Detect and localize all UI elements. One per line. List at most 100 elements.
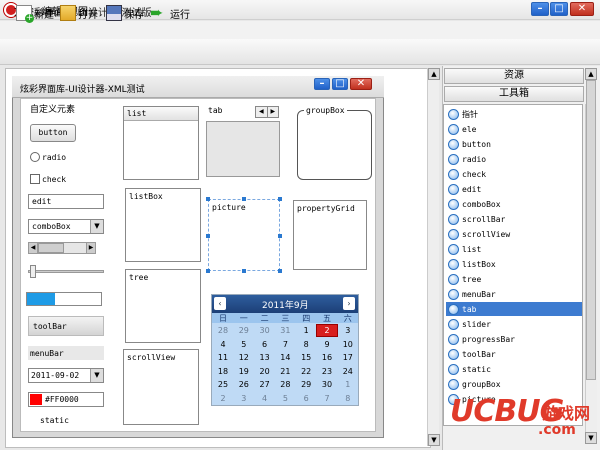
calendar-day[interactable]: 11 <box>213 352 233 363</box>
calendar-day[interactable]: 3 <box>234 393 254 404</box>
scroll-right-icon[interactable]: ▶ <box>86 242 96 254</box>
sample-picture[interactable]: picture <box>208 199 280 271</box>
calendar-day[interactable]: 2 <box>316 324 338 337</box>
scroll-down-icon[interactable]: ▼ <box>428 434 440 446</box>
toolbox-item[interactable]: radio <box>446 152 582 166</box>
resize-handle[interactable] <box>242 269 246 273</box>
calendar-day[interactable]: 14 <box>275 352 295 363</box>
sample-menubar[interactable]: menuBar <box>28 346 104 360</box>
calendar-day[interactable]: 5 <box>275 393 295 404</box>
calendar-day[interactable]: 7 <box>275 339 295 350</box>
close-button[interactable]: ✕ <box>570 2 594 16</box>
calendar-day[interactable]: 16 <box>317 352 337 363</box>
calendar-day[interactable]: 29 <box>234 325 254 336</box>
tab-prev-icon[interactable]: ◀ <box>256 107 268 117</box>
toolbox-item[interactable]: listBox <box>446 257 582 271</box>
tab-label[interactable]: tab <box>208 106 222 115</box>
calendar-day[interactable]: 3 <box>338 325 358 336</box>
toolbox-item[interactable]: ele <box>446 122 582 136</box>
resize-handle[interactable] <box>206 269 210 273</box>
toolbox-item[interactable]: button <box>446 137 582 151</box>
toolbox-item[interactable]: tree <box>446 272 582 286</box>
maximize-button[interactable]: □ <box>550 2 568 16</box>
toolbox-item[interactable]: list <box>446 242 582 256</box>
calendar-day[interactable]: 31 <box>275 325 295 336</box>
scroll-left-icon[interactable]: ◀ <box>28 242 38 254</box>
resize-handle[interactable] <box>278 197 282 201</box>
calendar-day[interactable]: 1 <box>296 325 316 336</box>
tab-next-icon[interactable]: ▶ <box>268 107 279 117</box>
sample-scrollview[interactable]: scrollView <box>123 349 199 425</box>
calendar-day[interactable]: 25 <box>213 379 233 390</box>
calendar-day[interactable]: 12 <box>234 352 254 363</box>
sample-listbox[interactable]: listBox <box>125 188 201 262</box>
calendar-day[interactable]: 5 <box>234 339 254 350</box>
custom-element[interactable]: 自定义元素 <box>26 102 104 118</box>
open-button[interactable]: 打开 <box>60 4 98 22</box>
calendar-day[interactable]: 4 <box>213 339 233 350</box>
sample-edit[interactable]: edit <box>28 194 104 209</box>
calendar-day[interactable]: 22 <box>296 366 316 377</box>
inner-maximize-button[interactable]: □ <box>332 78 348 90</box>
scrollbar-thumb[interactable] <box>38 243 64 253</box>
toolbox-item[interactable]: toolBar <box>446 347 582 361</box>
calendar-day[interactable]: 30 <box>255 325 275 336</box>
calendar-day[interactable]: 28 <box>213 325 233 336</box>
prev-month-icon[interactable]: ‹ <box>214 297 226 310</box>
calendar-day[interactable]: 21 <box>275 366 295 377</box>
toolbox-item[interactable]: menuBar <box>446 287 582 301</box>
new-button[interactable]: + 新建 <box>16 4 54 23</box>
sample-button[interactable]: button <box>30 124 76 142</box>
calendar-day[interactable]: 28 <box>275 379 295 390</box>
calendar-day[interactable]: 8 <box>338 393 358 404</box>
toolbox-item[interactable]: scrollBar <box>446 212 582 226</box>
calendar-day[interactable]: 13 <box>255 352 275 363</box>
sample-toolbar[interactable]: toolBar <box>28 316 104 336</box>
calendar-day[interactable]: 20 <box>255 366 275 377</box>
run-button[interactable]: ➨ 运行 <box>150 4 190 22</box>
sample-propertygrid[interactable]: propertyGrid <box>293 200 367 270</box>
calendar-day[interactable]: 18 <box>213 366 233 377</box>
calendar-day[interactable]: 30 <box>317 379 337 390</box>
toolbox-item[interactable]: static <box>446 362 582 376</box>
calendar-day[interactable]: 1 <box>338 379 358 390</box>
next-month-icon[interactable]: › <box>343 297 355 310</box>
slider-handle[interactable] <box>30 265 36 278</box>
panel-scroll-up-icon[interactable]: ▲ <box>585 68 597 80</box>
tab-resources[interactable]: 资源 <box>444 68 584 84</box>
calendar-day[interactable]: 7 <box>317 393 337 404</box>
toolbox-item[interactable]: progressBar <box>446 332 582 346</box>
panel-scroll-thumb[interactable] <box>586 80 596 380</box>
resize-handle[interactable] <box>206 234 210 238</box>
calendar-day[interactable]: 8 <box>296 339 316 350</box>
calendar-day[interactable]: 6 <box>255 339 275 350</box>
sample-groupbox[interactable] <box>297 110 372 180</box>
tab-toolbox[interactable]: 工具箱 <box>444 86 584 102</box>
minimize-button[interactable]: – <box>531 2 549 16</box>
calendar-day[interactable]: 10 <box>338 339 358 350</box>
calendar-day[interactable]: 27 <box>255 379 275 390</box>
calendar-day[interactable]: 17 <box>338 352 358 363</box>
calendar-day[interactable]: 2 <box>213 393 233 404</box>
toolbox-item[interactable]: slider <box>446 317 582 331</box>
toolbox-item[interactable]: scrollView <box>446 227 582 241</box>
chevron-down-icon[interactable]: ▼ <box>90 220 103 233</box>
inner-close-button[interactable]: ✕ <box>350 78 372 90</box>
resize-handle[interactable] <box>278 234 282 238</box>
calendar-day[interactable]: 19 <box>234 366 254 377</box>
toolbox-item[interactable]: edit <box>446 182 582 196</box>
sample-slider[interactable] <box>28 270 104 273</box>
scroll-up-icon[interactable]: ▲ <box>428 68 440 80</box>
toolbox-item[interactable]: groupBox <box>446 377 582 391</box>
resize-handle[interactable] <box>242 197 246 201</box>
resize-handle[interactable] <box>278 269 282 273</box>
toolbox-item[interactable]: tab <box>446 302 582 316</box>
date-dropdown-icon[interactable]: ▼ <box>90 369 103 382</box>
design-scrollbar[interactable] <box>427 68 439 446</box>
toolbox-item[interactable]: 指针 <box>446 107 582 121</box>
resize-handle[interactable] <box>206 197 210 201</box>
toolbox-item[interactable]: comboBox <box>446 197 582 211</box>
calendar-day[interactable]: 24 <box>338 366 358 377</box>
sample-checkbox[interactable] <box>30 174 40 184</box>
inner-minimize-button[interactable]: – <box>314 78 330 90</box>
